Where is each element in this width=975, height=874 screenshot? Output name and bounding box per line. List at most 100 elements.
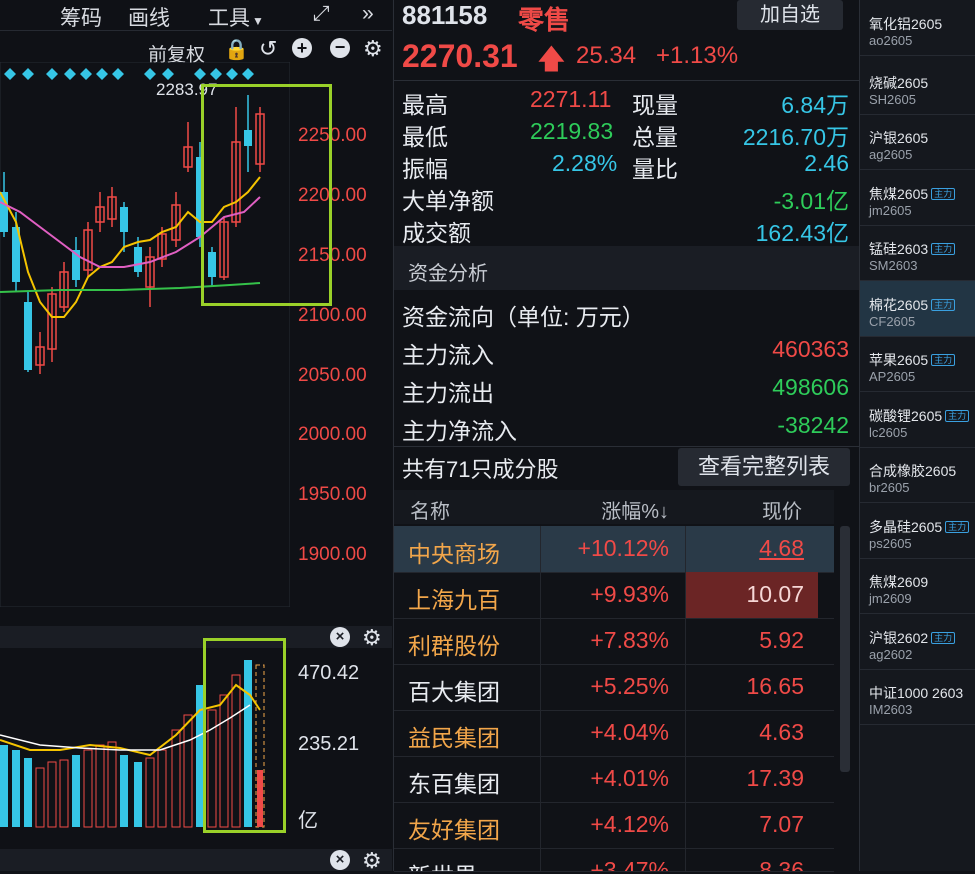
list-item[interactable]: 锰硅2603 主力 SM2603: [860, 225, 975, 281]
stock-name: 百大集团: [408, 679, 500, 705]
last-price: 2270.31: [402, 38, 518, 74]
stock-pct: +4.01%: [590, 765, 669, 791]
item-name: 烧碱2605: [869, 75, 929, 91]
item-code: br2605: [869, 480, 910, 495]
zoom-out-icon[interactable]: −: [330, 38, 350, 58]
more-icon[interactable]: »: [362, 2, 374, 26]
item-code: ag2602: [869, 647, 913, 662]
stock-name: 利群股份: [408, 633, 500, 659]
component-summary: 共有71只成分股: [402, 457, 559, 482]
main-contract-badge: 主力: [931, 188, 956, 200]
amp-value: 2.28%: [552, 150, 618, 176]
list-item[interactable]: 焦煤2609 jm2609: [860, 558, 975, 614]
table-row[interactable]: 新世界 +3.47% 8.36: [394, 848, 834, 872]
col-name[interactable]: 名称: [410, 495, 450, 524]
turnover-label: 成交额: [402, 220, 471, 246]
main-contract-badge: 主力: [931, 632, 956, 644]
tools-label: 工具: [208, 7, 250, 30]
table-row[interactable]: 上海九百 +9.93% 10.07: [394, 572, 834, 619]
main-contract-badge: 主力: [931, 299, 956, 311]
stock-name: 新世界: [408, 857, 477, 871]
item-code: ag2605: [869, 147, 913, 162]
vol-ratio-label: 量比: [632, 156, 678, 182]
highlight-box-price: [201, 84, 332, 306]
chevron-down-icon: ▼: [252, 14, 264, 28]
index-name: 零售: [518, 5, 571, 35]
item-name: 棉花2605: [869, 297, 929, 313]
outflow-value: 498606: [772, 374, 849, 400]
table-row[interactable]: 利群股份 +7.83% 5.92: [394, 618, 834, 665]
total-vol-label: 总量: [632, 124, 678, 150]
stock-pct: +3.47%: [590, 857, 669, 872]
stock-price: 5.92: [759, 627, 804, 653]
item-code: ao2605: [869, 33, 913, 48]
table-row[interactable]: 友好集团 +4.12% 7.07: [394, 802, 834, 849]
table-row[interactable]: 东百集团 +4.01% 17.39: [394, 756, 834, 803]
quote-panel: 881158 零售 加自选 2270.31 🡅 25.34 +1.13% 最高 …: [393, 0, 859, 872]
outflow-label: 主力流出: [402, 380, 494, 406]
item-name: 沪银2602: [869, 630, 929, 646]
list-item[interactable]: 烧碱2605 SH2605: [860, 59, 975, 115]
stock-price: 4.63: [759, 719, 804, 745]
price-tick: 2100.00: [298, 305, 367, 326]
chips-tool[interactable]: 筹码: [60, 2, 102, 32]
stock-price: 4.68: [759, 535, 804, 561]
close-icon[interactable]: ×: [330, 850, 350, 870]
stock-pct: +10.12%: [577, 535, 669, 561]
stock-pct: +9.93%: [590, 581, 669, 607]
stock-name: 中央商场: [408, 541, 500, 567]
undo-icon[interactable]: ↺: [259, 36, 277, 62]
item-name: 苹果2605: [869, 352, 929, 368]
list-item[interactable]: 氧化铝2605 ao2605: [860, 0, 975, 56]
stock-pct: +5.25%: [590, 673, 669, 699]
list-item[interactable]: 多晶硅2605 主力 ps2605: [860, 503, 975, 559]
list-item[interactable]: 碳酸锂2605 主力 lc2605: [860, 392, 975, 448]
expand-icon[interactable]: ⤢: [313, 2, 330, 26]
low-label: 最低: [402, 124, 448, 150]
table-row[interactable]: 百大集团 +5.25% 16.65: [394, 664, 834, 711]
zoom-in-icon[interactable]: +: [292, 38, 312, 58]
volume-tick: 235.21: [298, 733, 360, 755]
item-code: IM2603: [869, 702, 913, 717]
item-code: CF2605: [869, 314, 916, 329]
volume-unit: 亿: [298, 810, 318, 832]
list-item[interactable]: 沪银2602 主力 ag2602: [860, 614, 975, 670]
stock-name: 东百集团: [408, 771, 500, 797]
fund-section-header: 资金分析: [394, 246, 859, 290]
list-item[interactable]: 焦煤2605 主力 jm2605: [860, 170, 975, 226]
settings-icon[interactable]: ⚙: [363, 36, 383, 62]
stock-price: 17.39: [746, 765, 804, 791]
settings-icon[interactable]: ⚙: [362, 625, 382, 651]
inflow-label: 主力流入: [402, 342, 494, 368]
col-price[interactable]: 现价: [762, 495, 802, 524]
highlight-box-volume: [203, 638, 286, 833]
list-item[interactable]: 苹果2605 主力 AP2605: [860, 336, 975, 392]
close-icon[interactable]: ×: [330, 627, 350, 647]
stock-price: 8.36: [759, 857, 804, 872]
item-code: SH2605: [869, 92, 916, 107]
list-item[interactable]: 棉花2605 主力 CF2605: [860, 281, 975, 337]
table-row[interactable]: 中央商场 +10.12% 4.68: [394, 526, 834, 573]
stock-price: 16.65: [746, 673, 804, 699]
draw-tool[interactable]: 画线: [128, 2, 170, 32]
list-item[interactable]: 沪银2605 ag2605: [860, 114, 975, 170]
table-row[interactable]: 益民集团 +4.04% 4.63: [394, 710, 834, 757]
divider: [394, 80, 859, 81]
big-net-value: -3.01亿: [773, 188, 849, 214]
amp-label: 振幅: [402, 156, 448, 182]
table-header: 名称 涨幅%↓ 现价: [394, 490, 834, 524]
list-item[interactable]: 中证1000 2603 IM2603: [860, 669, 975, 725]
list-item[interactable]: 合成橡胶2605 br2605: [860, 447, 975, 503]
net-label: 主力净流入: [402, 418, 517, 444]
view-all-button[interactable]: 查看完整列表: [678, 448, 850, 486]
chart-panel[interactable]: 筹码 画线 工具 ▼ ⤢ » 前复权 🔒 ↺ + − ⚙ 2283.97 225…: [0, 0, 392, 874]
lock-icon[interactable]: 🔒: [224, 37, 249, 62]
settings-icon[interactable]: ⚙: [362, 848, 382, 874]
item-name: 沪银2605: [869, 130, 929, 146]
table-scrollbar[interactable]: [840, 526, 850, 772]
tools-menu[interactable]: 工具 ▼: [208, 2, 264, 32]
add-watch-button[interactable]: 加自选: [737, 0, 843, 30]
item-name: 氧化铝2605: [869, 16, 943, 32]
col-pct[interactable]: 涨幅%↓: [601, 495, 669, 524]
main-contract-badge: 主力: [931, 243, 956, 255]
